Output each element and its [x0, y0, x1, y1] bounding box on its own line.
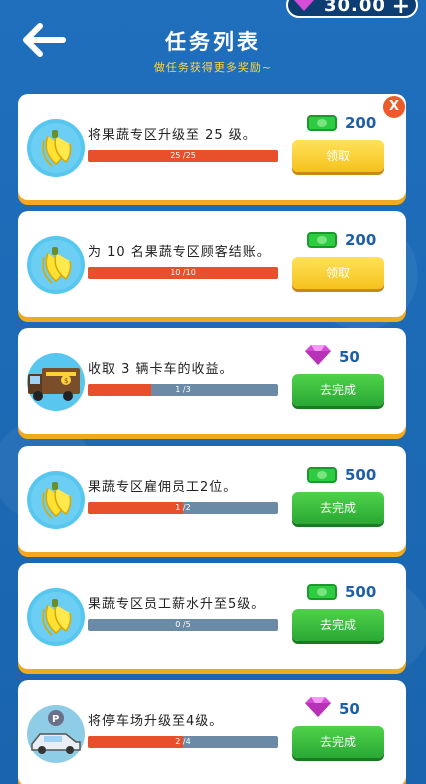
task-card: 将果蔬专区升级至 25 级。 25 /25 200 领取 [18, 94, 406, 200]
gem-icon [305, 697, 331, 721]
gem-icon [294, 0, 314, 15]
progress-text: 10 /10 [170, 268, 196, 277]
reward: 50 [305, 697, 395, 721]
parking-icon: P [26, 704, 86, 764]
go-complete-button[interactable]: 去完成 [292, 726, 384, 758]
cash-icon [305, 584, 337, 600]
claim-button[interactable]: 领取 [292, 140, 384, 172]
banana-icon [26, 118, 86, 178]
task-card: 果蔬专区雇佣员工2位。 1 /2 500 去完成 [18, 446, 406, 552]
progress-bar: 10 /10 [88, 267, 278, 279]
reward-amount: 500 [345, 583, 377, 601]
progress-text: 1 /2 [175, 503, 191, 512]
go-complete-button[interactable]: 去完成 [292, 374, 384, 406]
add-gems-button[interactable]: + [392, 0, 410, 19]
task-card: P 将停车场升级至4级。 2 /4 50 去完成 [18, 680, 406, 784]
progress-text: 0 /5 [175, 620, 191, 629]
claim-button[interactable]: 领取 [292, 257, 384, 289]
reward: 500 [305, 581, 395, 603]
cash-icon [305, 115, 337, 131]
progress-bar: 0 /5 [88, 619, 278, 631]
reward: 200 [305, 229, 395, 251]
progress-bar: 25 /25 [88, 150, 278, 162]
task-card: 果蔬专区员工薪水升至5级。 0 /5 500 去完成 [18, 563, 406, 669]
gem-icon [305, 345, 331, 369]
banana-icon [26, 587, 86, 647]
progress-text: 2 /4 [175, 737, 191, 746]
gem-counter: 30.00 + [286, 0, 418, 19]
task-description: 收取 3 辆卡车的收益。 [88, 362, 234, 377]
task-description: 将停车场升级至4级。 [88, 714, 224, 729]
cash-icon [305, 467, 337, 483]
task-card: 为 10 名果蔬专区顾客结账。 10 /10 200 领取 [18, 211, 406, 317]
close-button[interactable]: X [383, 96, 405, 118]
task-description: 果蔬专区雇佣员工2位。 [88, 480, 238, 495]
reward: 50 [305, 345, 395, 369]
task-description: 为 10 名果蔬专区顾客结账。 [88, 245, 271, 260]
gem-value: 30.00 [324, 0, 386, 16]
progress-text: 1 /3 [175, 385, 191, 394]
task-card: $ 收取 3 辆卡车的收益。 1 /3 50 去完成 [18, 328, 406, 434]
cash-icon [305, 232, 337, 248]
reward-amount: 50 [339, 700, 360, 718]
reward-amount: 50 [339, 348, 360, 366]
banana-icon [26, 235, 86, 295]
go-complete-button[interactable]: 去完成 [292, 609, 384, 641]
task-description: 将果蔬专区升级至 25 级。 [88, 128, 257, 143]
page-title: 任务列表 [165, 30, 261, 54]
progress-bar: 1 /2 [88, 502, 278, 514]
svg-text:$: $ [64, 377, 68, 385]
banana-icon [26, 470, 86, 530]
reward: 200 [305, 112, 395, 134]
reward: 500 [305, 464, 395, 486]
reward-amount: 200 [345, 231, 377, 249]
task-description: 果蔬专区员工薪水升至5级。 [88, 597, 266, 612]
progress-bar: 1 /3 [88, 384, 278, 396]
progress-text: 25 /25 [170, 151, 196, 160]
go-complete-button[interactable]: 去完成 [292, 492, 384, 524]
reward-amount: 500 [345, 466, 377, 484]
truck-icon: $ [26, 352, 86, 412]
reward-amount: 200 [345, 114, 377, 132]
page-subtitle: 做任务获得更多奖励~ [153, 61, 273, 74]
progress-bar: 2 /4 [88, 736, 278, 748]
svg-text:P: P [52, 714, 59, 725]
